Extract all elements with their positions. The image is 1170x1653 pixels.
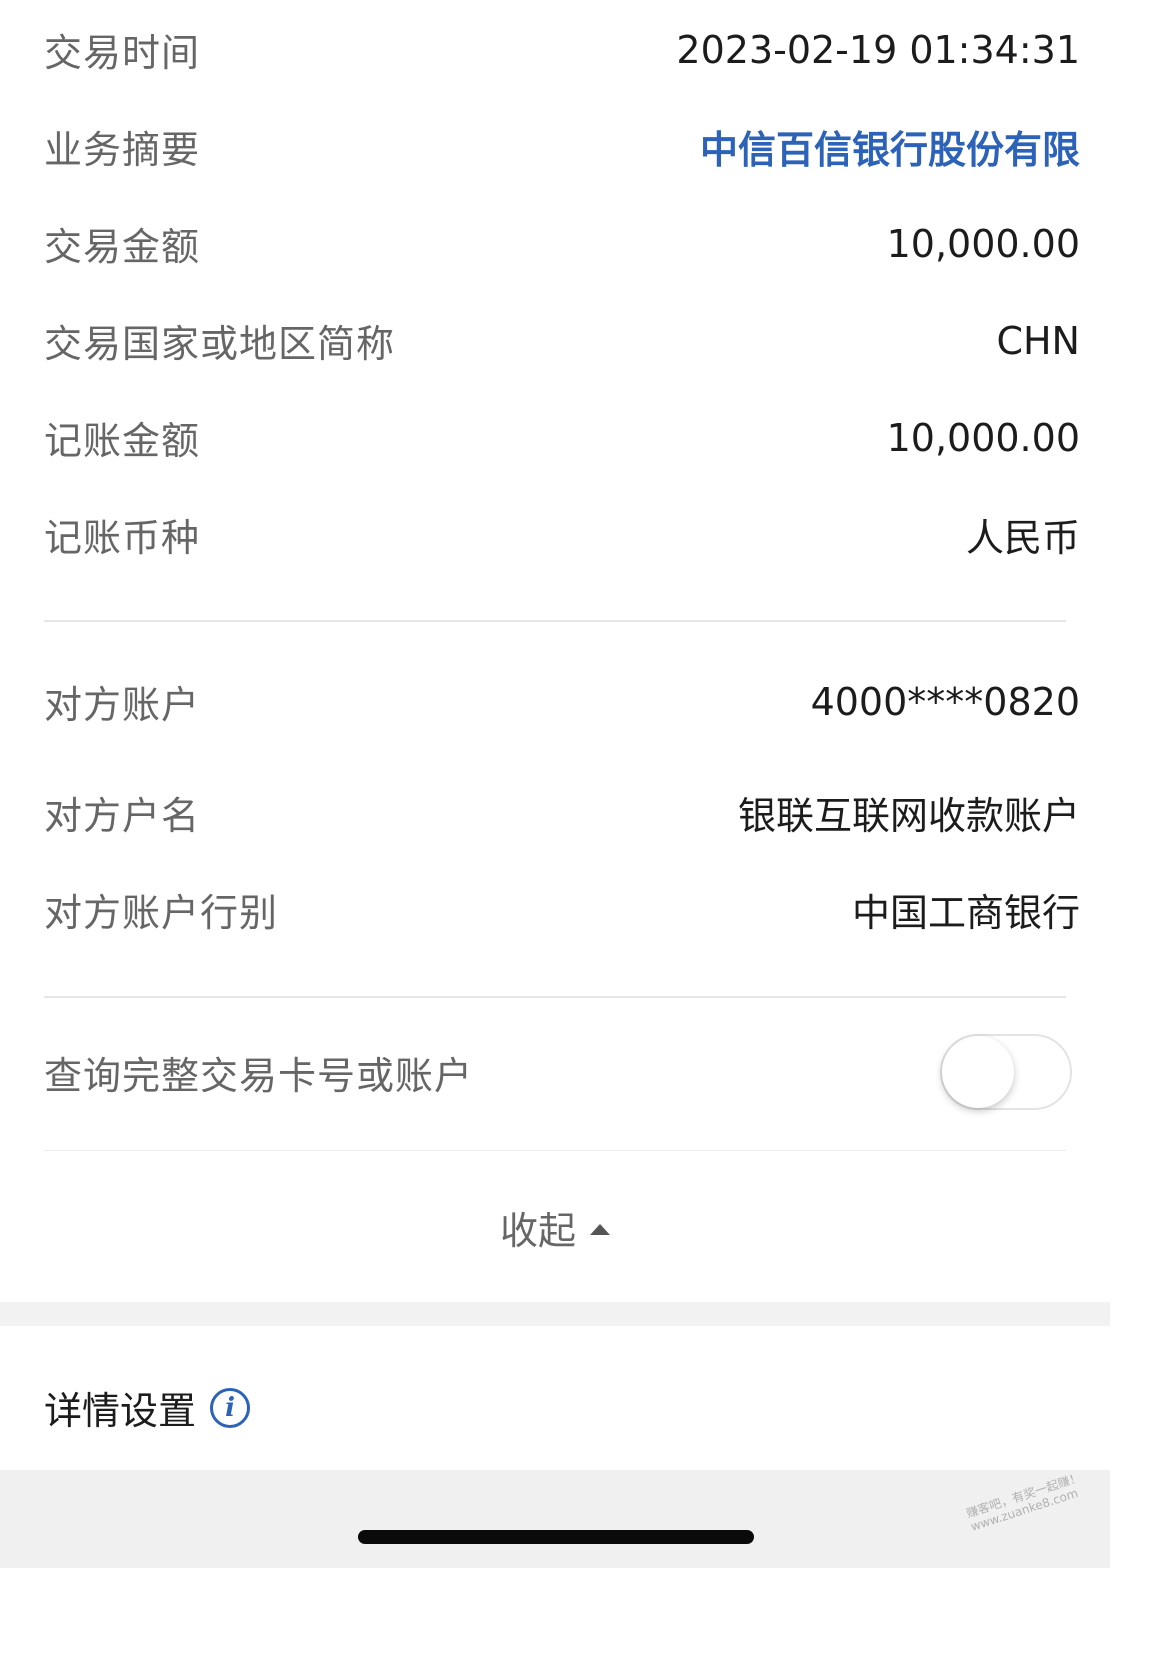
row-value: 10,000.00 <box>886 415 1080 460</box>
row-value: 人民币 <box>965 516 1080 560</box>
row-label: 对方户名 <box>44 794 201 838</box>
row-value: 2023-02-19 01:34:31 <box>676 27 1080 72</box>
section-gap <box>0 1302 1110 1326</box>
row-label: 记账币种 <box>44 516 201 560</box>
detail-row-currency: 记账币种 人民币 <box>44 507 1080 562</box>
row-divider <box>44 1150 1066 1151</box>
info-icon[interactable]: i <box>210 1387 251 1428</box>
row-value: CHN <box>996 318 1080 363</box>
detail-row-country: 交易国家或地区简称 CHN <box>44 313 1080 368</box>
detail-row-posted-amount: 记账金额 10,000.00 <box>44 410 1080 465</box>
row-label: 交易国家或地区简称 <box>44 322 396 366</box>
row-value: 银联互联网收款账户 <box>737 794 1080 838</box>
detail-row-business-summary: 业务摘要 中信百信银行股份有限 <box>44 119 1080 174</box>
row-label: 对方账户 <box>44 683 201 727</box>
row-value: 4000****0820 <box>810 679 1080 724</box>
row-label: 对方账户行别 <box>44 891 279 935</box>
row-label: 业务摘要 <box>44 128 201 172</box>
section-divider <box>44 620 1066 622</box>
section-divider <box>44 996 1066 998</box>
toggle-knob <box>942 1036 1014 1108</box>
full-card-toggle[interactable] <box>940 1034 1072 1110</box>
row-label: 交易金额 <box>44 225 201 269</box>
detail-settings-title: 详情设置 <box>44 1389 197 1433</box>
caret-up-icon <box>590 1224 610 1235</box>
detail-row-counterparty-bank: 对方账户行别 中国工商银行 <box>44 882 1080 937</box>
full-card-toggle-row: 查询完整交易卡号或账户 <box>44 1034 1072 1110</box>
row-value: 中国工商银行 <box>851 891 1080 935</box>
row-label: 记账金额 <box>44 419 201 463</box>
bottom-bar <box>0 1470 1110 1568</box>
row-value: 10,000.00 <box>886 221 1080 266</box>
detail-settings-header: 详情设置 i <box>44 1380 251 1435</box>
detail-row-transaction-amount: 交易金额 10,000.00 <box>44 216 1080 271</box>
detail-row-counterparty-account: 对方账户 4000****0820 <box>44 674 1080 729</box>
merchant-link[interactable]: 中信百信银行股份有限 <box>700 119 1080 174</box>
detail-row-transaction-time: 交易时间 2023-02-19 01:34:31 <box>44 22 1080 77</box>
collapse-button[interactable]: 收起 <box>0 1200 1110 1255</box>
toggle-label: 查询完整交易卡号或账户 <box>44 1053 474 1098</box>
row-label: 交易时间 <box>44 31 201 75</box>
home-indicator[interactable] <box>358 1530 754 1544</box>
collapse-label: 收起 <box>499 1209 576 1253</box>
detail-row-counterparty-name: 对方户名 银联互联网收款账户 <box>44 785 1080 840</box>
